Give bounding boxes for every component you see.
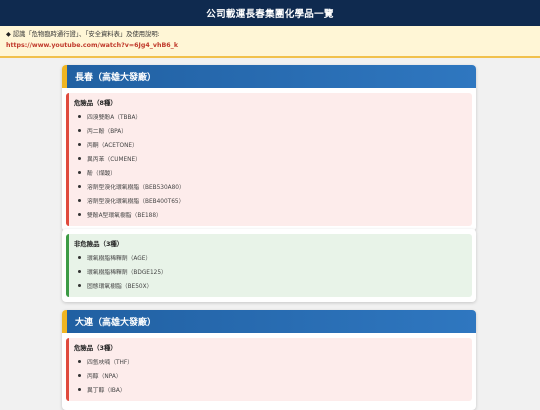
list-item-label: 四溴雙酚A（TBBA） (87, 114, 142, 121)
bullet-icon (78, 359, 81, 363)
list-item-label: 溶劑型溴化環氧樹脂（BEB530A80） (87, 184, 185, 191)
list-item: 環氧樹脂稀釋劑（BDGE125） (69, 264, 472, 278)
bullet-icon (78, 387, 81, 391)
list-item-label: 異丙苯（CUMENE） (87, 156, 141, 163)
list-item-label: 固態環氧樹脂（BE50X） (87, 283, 153, 290)
list-item-label: 丙二酚（BPA） (87, 128, 128, 135)
hazardous-section: 危險品（3種） 四氫呋喃（THF） 丙醇（NPA） 異丁醇（IBA） (66, 338, 472, 401)
bullet-icon (78, 198, 81, 202)
bullet-icon (78, 128, 81, 132)
bullet-icon (78, 269, 81, 273)
list-item: 丙酮（ACETONE） (69, 137, 472, 151)
list-item: 異丁醇（IBA） (69, 382, 472, 396)
list-item-label: 丙醇（NPA） (87, 373, 122, 380)
list-item-label: 環氧樹脂稀釋劑（BDGE125） (87, 269, 167, 276)
non-hazardous-section: 非危險品（3種） 環氧樹脂稀釋劑（AGE） 環氧樹脂稀釋劑（BDGE125） 固… (66, 234, 472, 297)
notice-text: 認識「危物臨時通行證」、「安全資料表」及使用說明: (12, 31, 160, 38)
section-title: 非危險品（3種） (74, 240, 124, 248)
list-item: 異丙苯（CUMENE） (69, 151, 472, 165)
list-item: 溶劑型溴化環氧樹脂（BEB530A80） (69, 179, 472, 193)
list-item-label: 丙酮（ACETONE） (87, 142, 138, 149)
bullet-icon (78, 142, 81, 146)
list-item-label: 雙酚A型環氧樹脂（BE188） (87, 212, 162, 219)
section-title: 危險品（3種） (74, 344, 117, 352)
list-item: 丙醇（NPA） (69, 368, 472, 382)
list-item: 四氫呋喃（THF） (69, 354, 472, 368)
list-item: 雙酚A型環氧樹脂（BE188） (69, 207, 472, 221)
list-item-label: 四氫呋喃（THF） (87, 359, 134, 366)
bullet-icon (78, 283, 81, 287)
list-item-label: 環氧樹脂稀釋劑（AGE） (87, 255, 152, 262)
list-item-label: 溶劑型溴化環氧樹脂（BEB400T65） (87, 198, 185, 205)
page-title-bar: 公司載運長春集團化學品一覽 (0, 0, 540, 26)
notice-banner: ◆ 認識「危物臨時通行證」、「安全資料表」及使用說明: https://www.y… (0, 26, 540, 58)
bullet-icon (78, 212, 81, 216)
diamond-icon: ◆ (6, 31, 11, 38)
plant-card-dalian: 大連（高雄大發廠） 危險品（3種） 四氫呋喃（THF） 丙醇（NPA） 異丁醇（… (62, 310, 476, 410)
plant-name: 長春（高雄大發廠） (75, 73, 157, 83)
plant-card-header: 大連（高雄大發廠） (62, 310, 476, 333)
bullet-icon (78, 255, 81, 259)
section-title: 危險品（8種） (74, 99, 117, 107)
plant-card-changchun: 長春（高雄大發廠） 危險品（8種） 四溴雙酚A（TBBA） 丙二酚（BPA） 丙… (62, 65, 476, 231)
list-item: 環氧樹脂稀釋劑（AGE） (69, 250, 472, 264)
list-item-label: 異丁醇（IBA） (87, 387, 126, 394)
bullet-icon (78, 373, 81, 377)
plant-card-header: 長春（高雄大發廠） (62, 65, 476, 88)
list-item: 四溴雙酚A（TBBA） (69, 109, 472, 123)
hazardous-section: 危險品（8種） 四溴雙酚A（TBBA） 丙二酚（BPA） 丙酮（ACETONE）… (66, 93, 472, 226)
list-item: 酚（煤酸） (69, 165, 472, 179)
bullet-icon (78, 156, 81, 160)
list-item-label: 酚（煤酸） (87, 170, 116, 177)
page-title: 公司載運長春集團化學品一覽 (206, 9, 334, 20)
video-link[interactable]: https://www.youtube.com/watch?v=6Jg4_vhB… (6, 42, 178, 49)
bullet-icon (78, 184, 81, 188)
bullet-icon (78, 170, 81, 174)
plant-card-changchun-nonhazard: 非危險品（3種） 環氧樹脂稀釋劑（AGE） 環氧樹脂稀釋劑（BDGE125） 固… (62, 229, 476, 302)
list-item: 丙二酚（BPA） (69, 123, 472, 137)
list-item: 固態環氧樹脂（BE50X） (69, 278, 472, 292)
bullet-icon (78, 114, 81, 118)
plant-name: 大連（高雄大發廠） (75, 318, 157, 328)
list-item: 溶劑型溴化環氧樹脂（BEB400T65） (69, 193, 472, 207)
